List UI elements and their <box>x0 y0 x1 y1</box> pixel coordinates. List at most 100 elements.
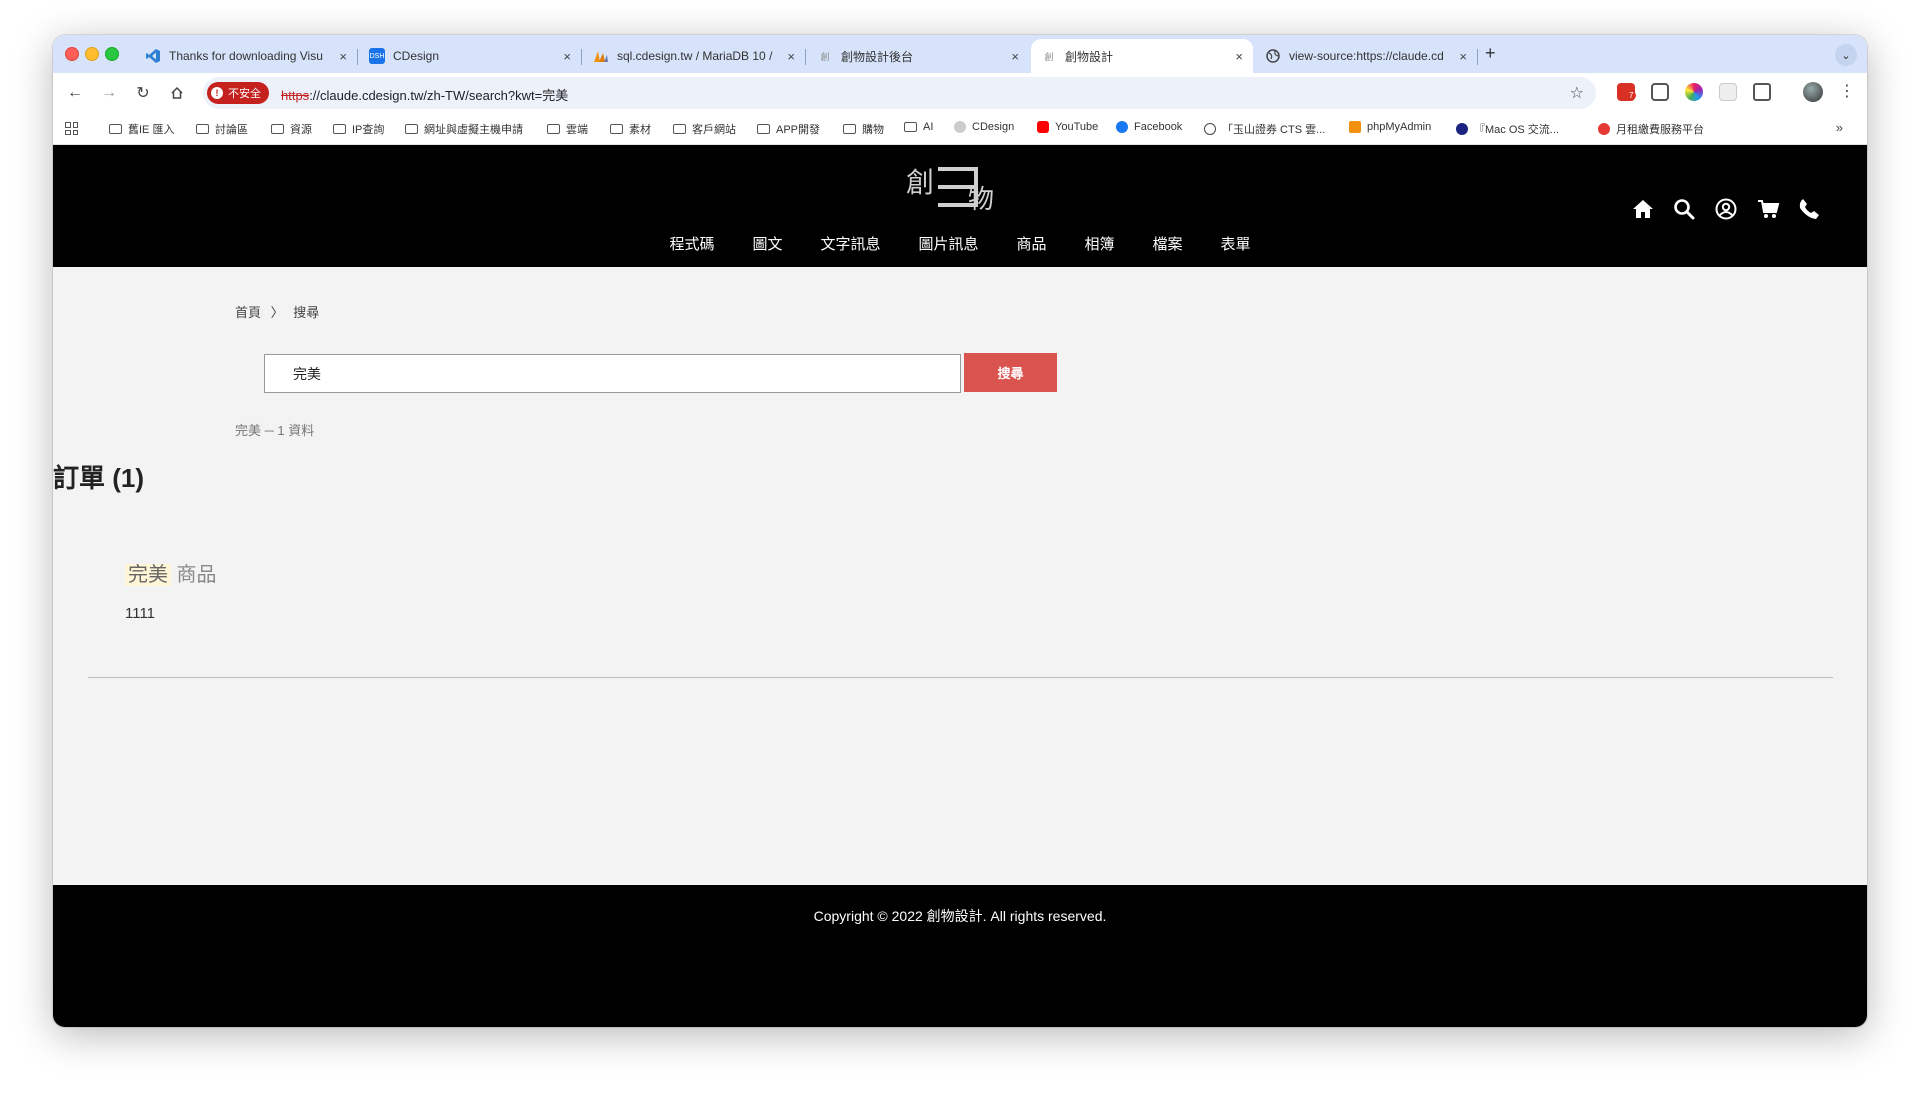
facebook-icon <box>1116 121 1128 133</box>
new-tab-button[interactable]: + <box>1485 43 1496 64</box>
bookmark-link[interactable]: Facebook <box>1116 121 1182 133</box>
bookmark-link[interactable]: CDesign <box>954 121 1014 133</box>
bookmark-folder[interactable]: APP開發 <box>757 121 820 137</box>
user-icon[interactable] <box>1714 197 1738 221</box>
extension-screen-icon[interactable] <box>1651 83 1669 101</box>
bookmark-folder[interactable]: 客戶網站 <box>673 121 736 137</box>
browser-tab[interactable]: sql.cdesign.tw / MariaDB 10 / × <box>583 39 805 73</box>
nav-item-forms[interactable]: 表單 <box>1221 233 1251 254</box>
cdesign-icon: 創 <box>820 51 830 62</box>
bookmark-link[interactable]: 月租繳費服務平台 <box>1598 121 1704 137</box>
site-footer: Copyright © 2022 創物設計. All rights reserv… <box>53 885 1867 1027</box>
extensions-puzzle-icon[interactable] <box>1753 83 1771 101</box>
window-maximize-button[interactable] <box>105 47 119 61</box>
browser-tab[interactable]: Thanks for downloading Visu × <box>135 39 357 73</box>
bookmarks-bar: 舊IE 匯入 討論區 資源 IP查詢 網址與虛擬主機申請 雲端 素材 客戶網站 … <box>53 113 1867 145</box>
search-button[interactable]: 搜尋 <box>964 353 1057 392</box>
bookmark-link[interactable]: 『Mac OS 交流... <box>1456 121 1559 137</box>
tab-close-icon[interactable]: × <box>1459 49 1467 64</box>
extension-cast-icon[interactable] <box>1719 83 1737 101</box>
folder-icon <box>109 124 122 134</box>
reload-icon[interactable]: ↻ <box>131 81 155 105</box>
nav-item-code[interactable]: 程式碼 <box>669 233 714 254</box>
browser-toolbar: ← → ↻ ! 不安全 https://claude.cdesign.tw/zh… <box>53 73 1867 113</box>
phpmyadmin-icon <box>593 48 609 64</box>
nav-item-image-message[interactable]: 圖片訊息 <box>918 233 978 254</box>
home-icon[interactable] <box>1631 197 1655 221</box>
tab-close-icon[interactable]: × <box>1235 49 1243 64</box>
breadcrumb-separator: 〉 <box>270 305 284 320</box>
warning-icon: ! <box>211 87 223 99</box>
browser-tab[interactable]: view-source:https://claude.cd × <box>1255 39 1477 73</box>
folder-icon <box>610 124 623 134</box>
breadcrumb-home-link[interactable]: 首頁 <box>235 305 261 320</box>
dsh-icon: DSH <box>369 48 385 64</box>
bookmark-folder[interactable]: AI <box>904 121 933 133</box>
more-bookmarks-icon[interactable]: » <box>1836 120 1843 135</box>
bookmark-link[interactable]: 「玉山證券 CTS 雲... <box>1204 121 1325 137</box>
nav-item-albums[interactable]: 相簿 <box>1085 233 1115 254</box>
bookmark-folder[interactable]: 討論區 <box>196 121 248 137</box>
browser-tab-active[interactable]: 創 創物設計 × <box>1031 39 1253 73</box>
tab-close-icon[interactable]: × <box>1011 49 1019 64</box>
search-icon[interactable] <box>1672 197 1696 221</box>
bookmark-link[interactable]: YouTube <box>1037 121 1098 133</box>
bookmark-folder[interactable]: 購物 <box>843 121 884 137</box>
vscode-icon <box>145 48 161 64</box>
url-text[interactable]: https://claude.cdesign.tw/zh-TW/search?k… <box>281 85 568 104</box>
bookmark-folder[interactable]: 素材 <box>610 121 651 137</box>
folder-icon <box>673 124 686 134</box>
folder-icon <box>904 122 917 132</box>
bookmark-link[interactable]: phpMyAdmin <box>1349 121 1431 133</box>
folder-icon <box>271 124 284 134</box>
extension-color-icon[interactable] <box>1685 83 1703 101</box>
window-close-button[interactable] <box>65 47 79 61</box>
bookmark-folder[interactable]: 舊IE 匯入 <box>109 121 174 137</box>
browser-window: Thanks for downloading Visu × DSH CDesig… <box>53 35 1867 1027</box>
phone-icon[interactable] <box>1797 197 1821 221</box>
browser-tab[interactable]: 創 創物設計後台 × <box>807 39 1029 73</box>
result-item-title[interactable]: 完美 商品 <box>125 558 217 587</box>
mac-forum-icon <box>1456 123 1468 135</box>
cdesign-icon <box>954 121 966 133</box>
web-page: 創 物 程式碼 圖文 文字訊息 圖片訊息 商品 相簿 檔案 表單 首頁 〉 搜尋… <box>53 145 1867 1027</box>
cdesign-icon: 創 <box>1044 51 1054 62</box>
browser-tab[interactable]: DSH CDesign × <box>359 39 581 73</box>
nav-item-files[interactable]: 檔案 <box>1153 233 1183 254</box>
folder-icon <box>333 124 346 134</box>
nav-item-text-message[interactable]: 文字訊息 <box>820 233 880 254</box>
folder-icon <box>757 124 770 134</box>
tab-close-icon[interactable]: × <box>339 49 347 64</box>
address-bar[interactable]: ! 不安全 https://claude.cdesign.tw/zh-TW/se… <box>203 77 1596 109</box>
site-logo[interactable]: 創 物 <box>906 157 1016 215</box>
globe-icon <box>1204 123 1216 135</box>
forward-arrow-icon[interactable]: → <box>97 81 121 105</box>
cart-icon[interactable] <box>1757 197 1781 221</box>
bookmark-folder[interactable]: 網址與虛擬主機申請 <box>405 121 523 137</box>
nav-item-products[interactable]: 商品 <box>1017 233 1047 254</box>
globe-icon <box>1265 48 1281 64</box>
bookmark-star-icon[interactable]: ☆ <box>1570 83 1584 103</box>
youtube-icon <box>1037 121 1049 133</box>
browser-menu-icon[interactable]: ⋮ <box>1839 81 1855 101</box>
site-header: 創 物 程式碼 圖文 文字訊息 圖片訊息 商品 相簿 檔案 表單 <box>53 145 1867 267</box>
folder-icon <box>405 124 418 134</box>
tab-strip: Thanks for downloading Visu × DSH CDesig… <box>53 35 1867 73</box>
tab-search-chevron-icon[interactable]: ⌄ <box>1835 44 1857 66</box>
nav-item-image-text[interactable]: 圖文 <box>752 233 782 254</box>
tab-close-icon[interactable]: × <box>563 49 571 64</box>
profile-avatar[interactable] <box>1803 82 1823 102</box>
bookmark-folder[interactable]: 資源 <box>271 121 312 137</box>
search-input[interactable] <box>264 354 961 393</box>
bookmark-folder[interactable]: IP查詢 <box>333 121 384 137</box>
not-secure-chip[interactable]: ! 不安全 <box>207 82 269 104</box>
home-icon[interactable] <box>165 81 189 105</box>
tab-close-icon[interactable]: × <box>787 49 795 64</box>
bookmark-folder[interactable]: 雲端 <box>547 121 588 137</box>
back-arrow-icon[interactable]: ← <box>63 81 87 105</box>
window-minimize-button[interactable] <box>85 47 99 61</box>
section-title-orders: 訂單 (1) <box>53 463 145 493</box>
payment-icon <box>1598 123 1610 135</box>
apps-grid-icon[interactable] <box>65 122 78 135</box>
extension-mail-icon[interactable]: 7 <box>1617 83 1637 101</box>
